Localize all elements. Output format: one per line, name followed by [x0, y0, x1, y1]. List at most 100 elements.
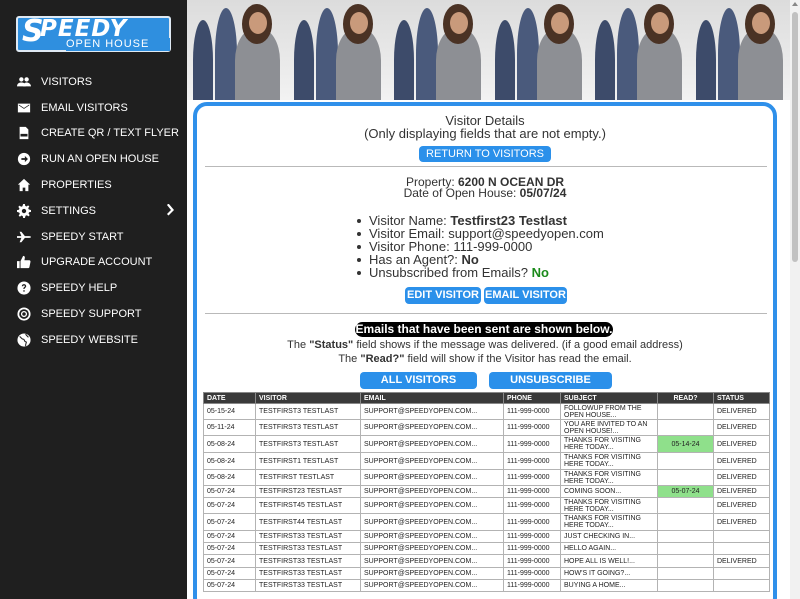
table-row[interactable]: 05-07-24 TESTFIRST33 TESTLAST SUPPORT@SPEE…	[203, 554, 770, 568]
edit-visitor-button[interactable]: EDIT VISITOR	[405, 287, 481, 304]
sidebar-item-upgrade-account[interactable]: UPGRADE ACCOUNT	[0, 250, 187, 276]
cell-visitor: TESTFIRST1 TESTLAST	[255, 452, 361, 470]
cell-status: DELIVERED	[713, 513, 770, 531]
sidebar-item-label: UPGRADE ACCOUNT	[41, 256, 153, 269]
col-header-read[interactable]: READ?	[657, 392, 714, 404]
cell-subject: BUYING A HOME...	[560, 579, 658, 592]
read-post: field will show if the Visitor has read …	[407, 353, 632, 365]
cell-read	[657, 567, 714, 580]
sidebar-item-email-visitors[interactable]: EMAIL VISITORS	[0, 95, 187, 121]
sidebar-item-settings[interactable]: SETTINGS	[0, 198, 187, 224]
sidebar-item-run-open-house[interactable]: RUN AN OPEN HOUSE	[0, 146, 187, 172]
table-row[interactable]: 05-07-24 TESTFIRST33 TESTLAST SUPPORT@SPEE…	[203, 530, 770, 543]
cell-visitor: TESTFIRST3 TESTLAST	[255, 435, 361, 453]
cell-status	[713, 542, 770, 555]
table-row[interactable]: 05-07-24 TESTFIRST23 TESTLAST SUPPORT@SPEE…	[203, 485, 770, 498]
divider	[205, 313, 767, 314]
sidebar-item-speedy-help[interactable]: SPEEDY HELP	[0, 275, 187, 301]
speedy-open-house-logo[interactable]: S PEEDY OPEN HOUSE	[16, 14, 171, 52]
unsubscribed-value: No	[531, 265, 549, 280]
cell-read: 05-14-24	[657, 435, 714, 453]
envelope-icon	[16, 101, 32, 115]
cell-visitor: TESTFIRST33 TESTLAST	[255, 567, 361, 580]
cell-status: DELIVERED	[713, 469, 770, 486]
cell-date: 05-07-24	[203, 497, 256, 514]
table-row[interactable]: 05-08-24 TESTFIRST1 TESTLAST SUPPORT@SPEED…	[203, 452, 770, 470]
sidebar-item-create-qr[interactable]: CREATE QR / TEXT FLYER	[0, 121, 187, 147]
page-scrollbar[interactable]	[790, 0, 800, 599]
status-key: "Status"	[309, 339, 354, 351]
gear-icon	[16, 203, 32, 218]
home-icon	[16, 178, 32, 192]
cell-phone: 111-999-0000	[503, 497, 561, 514]
read-pre: The	[338, 353, 358, 365]
cell-email: SUPPORT@SPEEDYOPEN.COM...	[360, 567, 504, 580]
date-label: Date of Open House:	[403, 186, 517, 200]
cell-phone: 111-999-0000	[503, 485, 561, 498]
table-row[interactable]: 05-07-24 TESTFIRST33 TESTLAST SUPPORT@SPEE…	[203, 579, 770, 592]
sidebar-item-speedy-support[interactable]: SPEEDY SUPPORT	[0, 301, 187, 327]
cell-phone: 111-999-0000	[503, 469, 561, 486]
return-to-visitors-button[interactable]: RETURN TO VISITORS LIST	[419, 146, 551, 176]
all-visitors-emails-button[interactable]: ALL VISITORS EMAILS	[360, 372, 477, 403]
cell-date: 05-11-24	[203, 419, 256, 436]
table-row[interactable]: 05-07-24 TESTFIRST33 TESTLAST SUPPORT@SPEE…	[203, 567, 770, 580]
sidebar-item-label: SPEEDY HELP	[41, 282, 118, 295]
email-visitor-button[interactable]: EMAIL VISITOR	[484, 287, 567, 304]
cell-read	[657, 452, 714, 470]
unsubscribed-label: Unsubscribed from Emails?	[369, 265, 528, 280]
col-header-visitor[interactable]: VISITOR	[255, 392, 361, 404]
cell-phone: 111-999-0000	[503, 513, 561, 531]
cell-subject: FOLLOWUP FROM THE OPEN HOUSE...	[560, 403, 658, 420]
sidebar-item-properties[interactable]: PROPERTIES	[0, 172, 187, 198]
cell-status: DELIVERED	[713, 452, 770, 470]
sidebar-item-label: PROPERTIES	[41, 179, 112, 192]
cell-date: 05-07-24	[203, 485, 256, 498]
sidebar-item-speedy-start[interactable]: SPEEDY START	[0, 224, 187, 250]
users-icon	[16, 75, 32, 89]
sent-emails-table: DATE VISITOR EMAIL PHONE SUBJECT READ? S…	[203, 392, 770, 592]
cell-read	[657, 554, 714, 568]
sidebar-item-visitors[interactable]: VISITORS	[0, 69, 187, 95]
status-post: field shows if the message was delivered…	[356, 339, 683, 351]
scrollbar-thumb[interactable]	[792, 12, 798, 262]
unsubscribe-visitor-button[interactable]: UNSUBSCRIBE VISITOR	[489, 372, 612, 403]
cell-date: 05-07-24	[203, 530, 256, 543]
sidebar-item-label: SETTINGS	[41, 204, 97, 217]
cell-visitor: TESTFIRST TESTLAST	[255, 469, 361, 486]
cell-visitor: TESTFIRST33 TESTLAST	[255, 530, 361, 543]
date-value: 05/07/24	[519, 186, 567, 200]
cell-email: SUPPORT@SPEEDYOPEN.COM...	[360, 435, 504, 453]
cell-read	[657, 542, 714, 555]
cell-status	[713, 579, 770, 592]
cell-status	[713, 567, 770, 580]
cell-status: DELIVERED	[713, 497, 770, 514]
col-header-subject[interactable]: SUBJECT	[560, 392, 658, 404]
table-row[interactable]: 05-08-24 TESTFIRST TESTLAST SUPPORT@SPEEDY…	[203, 469, 770, 486]
chevron-right-icon	[165, 203, 175, 216]
logo-subtext: OPEN HOUSE	[66, 38, 170, 51]
cell-visitor: TESTFIRST33 TESTLAST	[255, 542, 361, 555]
table-row[interactable]: 05-11-24 TESTFIRST3 TESTLAST SUPPORT@SPEED…	[203, 419, 770, 436]
col-header-email[interactable]: EMAIL	[360, 392, 504, 404]
banner-tile	[287, 0, 388, 100]
cell-status: DELIVERED	[713, 419, 770, 436]
pdf-icon	[16, 126, 32, 140]
cell-email: SUPPORT@SPEEDYOPEN.COM...	[360, 469, 504, 486]
col-header-phone[interactable]: PHONE	[503, 392, 561, 404]
table-row[interactable]: 05-07-24 TESTFIRST44 TESTLAST SUPPORT@SPEE…	[203, 513, 770, 531]
cell-email: SUPPORT@SPEEDYOPEN.COM...	[360, 403, 504, 420]
table-row[interactable]: 05-15-24 TESTFIRST3 TESTLAST SUPPORT@SPEED…	[203, 403, 770, 420]
cell-status: DELIVERED	[713, 403, 770, 420]
col-header-date[interactable]: DATE	[203, 392, 256, 404]
table-row[interactable]: 05-08-24 TESTFIRST3 TESTLAST SUPPORT@SPEED…	[203, 435, 770, 453]
visitor-details-list: Visitor Name: Testfirst23 Testlast Visit…	[357, 214, 604, 279]
scroll-up-arrow-icon[interactable]	[792, 2, 798, 6]
sidebar-item-speedy-website[interactable]: SPEEDY WEBSITE	[0, 327, 187, 353]
cell-date: 05-07-24	[203, 579, 256, 592]
col-header-status[interactable]: STATUS	[713, 392, 770, 404]
cell-read	[657, 513, 714, 531]
cell-email: SUPPORT@SPEEDYOPEN.COM...	[360, 452, 504, 470]
table-row[interactable]: 05-07-24 TESTFIRST33 TESTLAST SUPPORT@SPEE…	[203, 542, 770, 555]
table-row[interactable]: 05-07-24 TESTFIRST45 TESTLAST SUPPORT@SPEE…	[203, 497, 770, 514]
